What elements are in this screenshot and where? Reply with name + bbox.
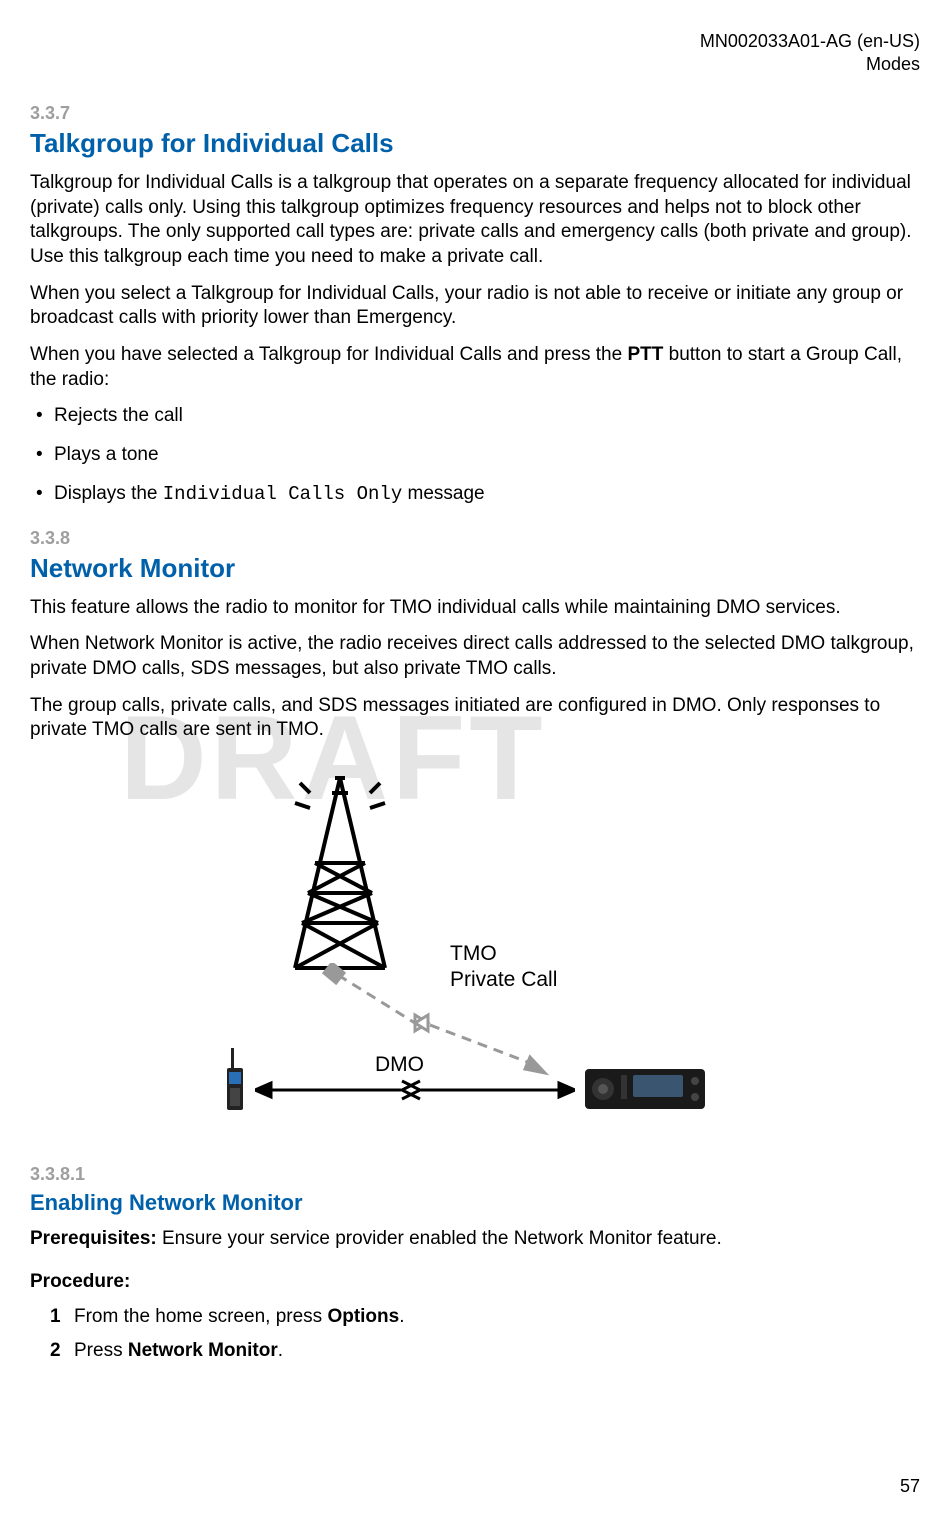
- text-run: .: [278, 1340, 283, 1361]
- body-paragraph: The group calls, private calls, and SDS …: [30, 694, 920, 743]
- code-text: Individual Calls Only: [163, 483, 402, 505]
- chapter-name: Modes: [30, 53, 920, 76]
- section-number-338: 3.3.8: [30, 527, 920, 550]
- page-header: MN002033A01-AG (en-US) Modes: [30, 30, 920, 77]
- prerequisites: Prerequisites: Ensure your service provi…: [30, 1227, 920, 1252]
- list-item: Displays the Individual Calls Only messa…: [34, 482, 920, 507]
- list-item: Press Network Monitor.: [50, 1339, 920, 1364]
- body-paragraph: This feature allows the radio to monitor…: [30, 596, 920, 621]
- handheld-radio-icon: [221, 1048, 247, 1113]
- section-title-337: Talkgroup for Individual Calls: [30, 127, 920, 161]
- text-run: message: [402, 483, 484, 504]
- network-monitor-diagram: TMO Private Call DMO: [215, 773, 735, 1123]
- text-run: Displays the: [54, 483, 163, 504]
- procedure-list: From the home screen, press Options. Pre…: [30, 1305, 920, 1364]
- tmo-label-line2: Private Call: [450, 967, 557, 993]
- list-item: Rejects the call: [34, 404, 920, 429]
- ptt-label: PTT: [627, 344, 663, 365]
- body-paragraph: When you have selected a Talkgroup for I…: [30, 343, 920, 392]
- dmo-label: DMO: [375, 1051, 424, 1078]
- tmo-label-line1: TMO: [450, 941, 557, 967]
- procedure-label: Procedure:: [30, 1270, 920, 1295]
- list-item: Plays a tone: [34, 443, 920, 468]
- prerequisites-text: Ensure your service provider enabled the…: [157, 1228, 722, 1249]
- text-run: .: [399, 1306, 404, 1327]
- ui-label: Network Monitor: [128, 1340, 278, 1361]
- tmo-label: TMO Private Call: [450, 941, 557, 994]
- text-run: From the home screen, press: [74, 1306, 327, 1327]
- diagram-container: TMO Private Call DMO: [30, 773, 920, 1123]
- mobile-radio-icon: [585, 1063, 705, 1111]
- list-item: From the home screen, press Options.: [50, 1305, 920, 1330]
- ui-label: Options: [327, 1306, 399, 1327]
- text-run: Press: [74, 1340, 128, 1361]
- page-number: 57: [900, 1475, 920, 1498]
- body-paragraph: When Network Monitor is active, the radi…: [30, 632, 920, 681]
- prerequisites-label: Prerequisites:: [30, 1228, 157, 1249]
- section-number-337: 3.3.7: [30, 102, 920, 125]
- text-run: When you have selected a Talkgroup for I…: [30, 344, 627, 365]
- bullet-list: Rejects the call Plays a tone Displays t…: [30, 404, 920, 506]
- tower-icon: [280, 773, 400, 973]
- subsection-number-3381: 3.3.8.1: [30, 1163, 920, 1186]
- doc-id: MN002033A01-AG (en-US): [30, 30, 920, 53]
- section-title-338: Network Monitor: [30, 552, 920, 586]
- dmo-solid-arrow-icon: [255, 1075, 575, 1105]
- body-paragraph: Talkgroup for Individual Calls is a talk…: [30, 171, 920, 270]
- body-paragraph: When you select a Talkgroup for Individu…: [30, 282, 920, 331]
- subsection-title-3381: Enabling Network Monitor: [30, 1189, 920, 1218]
